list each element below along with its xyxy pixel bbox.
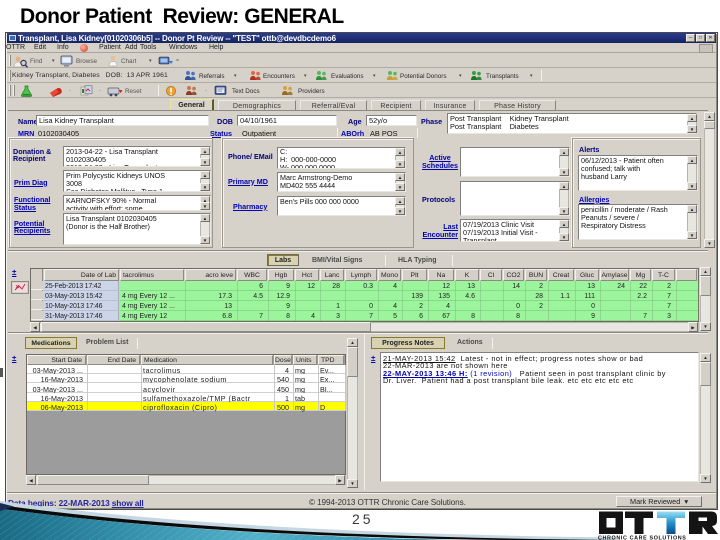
svg-text:CHRONIC CARE SOLUTIONS: CHRONIC CARE SOLUTIONS <box>598 536 687 540</box>
